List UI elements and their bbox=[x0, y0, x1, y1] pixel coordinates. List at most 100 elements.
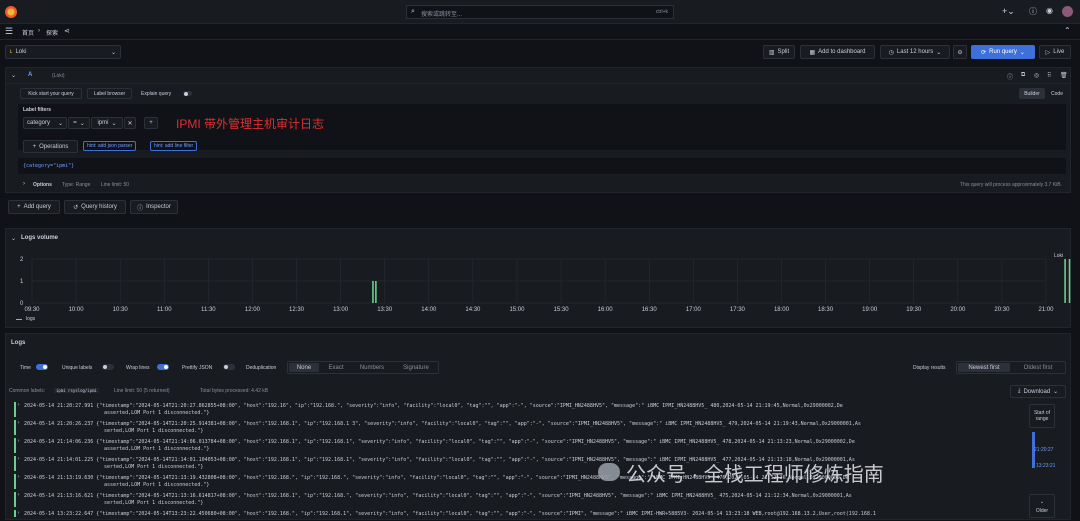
x-tick-label: 14:00 bbox=[421, 307, 437, 313]
log-row[interactable]: › 2024-05-14 21:20:26.237 {"timestamp":"2… bbox=[14, 420, 1034, 436]
wrap-lines-label: Wrap lines bbox=[126, 365, 150, 371]
collapse-query-icon[interactable]: ⌄ bbox=[11, 72, 16, 79]
avatar[interactable] bbox=[1062, 6, 1073, 17]
start-of-range-button[interactable]: Start of range bbox=[1029, 404, 1055, 428]
grafana-logo[interactable] bbox=[5, 6, 17, 18]
unique-labels-label: Unique labels bbox=[62, 365, 93, 371]
log-row[interactable]: › 2024-05-14 21:14:06.236 {"timestamp":"2… bbox=[14, 438, 1034, 454]
builder-mode-button[interactable]: Builder bbox=[1019, 88, 1045, 99]
older-label: Older bbox=[1035, 507, 1049, 514]
older-logs-button[interactable]: ⌄ Older bbox=[1029, 494, 1055, 518]
split-button[interactable]: ▥ Split bbox=[763, 45, 795, 59]
volume-bar bbox=[372, 281, 374, 303]
chevron-down-icon: ⌄ bbox=[57, 120, 63, 127]
options-label[interactable]: Options bbox=[33, 182, 52, 188]
collapse-icon[interactable]: ⌃ bbox=[1064, 26, 1071, 35]
filter-operator-select[interactable]: = ⌄ bbox=[68, 117, 90, 129]
eye-icon[interactable]: ◎ bbox=[1034, 72, 1039, 79]
hint-line-filter[interactable]: hint: add line filter bbox=[150, 141, 198, 151]
dedup-option-exact[interactable]: Exact bbox=[321, 363, 351, 372]
x-tick-label: 13:30 bbox=[377, 307, 393, 313]
expand-row-icon[interactable]: › bbox=[17, 420, 20, 426]
explain-query-toggle[interactable] bbox=[183, 91, 192, 96]
add-query-button[interactable]: + Add query bbox=[8, 200, 60, 214]
bytes-processed-info: Total bytes processed: 4.42 kB bbox=[200, 388, 269, 394]
hint-json-parser[interactable]: hint: add json parser bbox=[83, 141, 137, 151]
news-icon[interactable]: ◉ bbox=[1046, 6, 1053, 15]
search-icon: ⌕ bbox=[411, 8, 415, 15]
chevron-right-icon[interactable]: › bbox=[23, 181, 25, 187]
run-query-button[interactable]: ⟳ Run query ⌄ bbox=[971, 45, 1035, 59]
zoom-out-button[interactable]: ⊖ bbox=[953, 45, 967, 59]
chevron-down-icon: ⌄ bbox=[111, 120, 117, 127]
expand-row-icon[interactable]: › bbox=[17, 492, 20, 498]
kick-start-button[interactable]: Kick start your query bbox=[20, 88, 82, 99]
datasource-picker[interactable]: ʟ Loki ⌄ bbox=[5, 45, 121, 59]
datasource-name: Loki bbox=[15, 49, 27, 55]
expand-row-icon[interactable]: › bbox=[17, 474, 20, 480]
log-row[interactable]: › 2024-05-14 21:20:27.991 {"timestamp":"2… bbox=[14, 402, 1034, 418]
breadcrumb-bar: ☰ 首页 › 探索 ⋖ ⌃ bbox=[0, 24, 1080, 40]
help-icon[interactable]: ⓘ bbox=[1029, 6, 1037, 17]
clock-icon: ◷ bbox=[888, 49, 894, 56]
download-button[interactable]: ⤓ Download ⌄ bbox=[1010, 385, 1066, 398]
log-row[interactable]: › 2024-05-14 13:23:22.647 {"timestamp":"2… bbox=[14, 510, 1034, 518]
logs-title: Logs bbox=[11, 340, 26, 346]
wrap-lines-toggle[interactable] bbox=[157, 364, 169, 370]
expand-row-icon[interactable]: › bbox=[17, 402, 20, 408]
run-query-label: Run query bbox=[989, 49, 1017, 55]
dedup-option-none[interactable]: None bbox=[289, 363, 319, 372]
x-tick-label: 21:00 bbox=[1038, 307, 1054, 313]
duplicate-icon[interactable]: ⧉ bbox=[1021, 72, 1025, 79]
remove-filter-button[interactable]: ✕ bbox=[124, 117, 136, 129]
expand-row-icon[interactable]: › bbox=[17, 456, 20, 462]
prettify-json-toggle[interactable] bbox=[223, 364, 235, 370]
share-icon[interactable]: ⋖ bbox=[64, 27, 70, 35]
code-mode-button[interactable]: Code bbox=[1046, 88, 1068, 99]
query-ref-id[interactable]: A bbox=[28, 72, 32, 78]
log-line-continuation: serted,LOM Port 1 disconnected."} bbox=[104, 464, 204, 470]
log-line-continuation: serted,LOM Port 1 disconnected."} bbox=[104, 500, 204, 506]
log-row[interactable]: › 2024-05-14 21:13:16.621 {"timestamp":"2… bbox=[14, 492, 1034, 508]
dashboard-icon: ▦ bbox=[809, 49, 816, 56]
add-icon[interactable]: +⌄ bbox=[1002, 6, 1015, 17]
operations-label: Operations bbox=[39, 143, 69, 150]
add-to-dashboard-button[interactable]: ▦ Add to dashboard bbox=[800, 45, 875, 59]
expand-row-icon[interactable]: › bbox=[17, 510, 20, 516]
x-tick-label: 15:30 bbox=[554, 307, 570, 313]
logs-volume-chart[interactable]: 0 1 2 09:30 10:00 10:30 11:00 11:30 12:00 12:30 13… bbox=[6, 229, 1072, 329]
delete-icon[interactable]: 🗑 bbox=[1060, 72, 1068, 79]
time-range-picker[interactable]: ◷ Last 12 hours ⌄ bbox=[880, 45, 950, 59]
newest-first-option[interactable]: Newest first bbox=[958, 363, 1010, 372]
search-bar[interactable]: ⌕ 搜索或跳转至... ctrl+k bbox=[406, 5, 674, 19]
help-icon[interactable]: ⓘ bbox=[1007, 72, 1013, 81]
dedup-label: Deduplication bbox=[246, 365, 277, 371]
inspector-button[interactable]: ⓘ Inspector bbox=[130, 200, 178, 214]
live-button[interactable]: ▷ Live bbox=[1039, 45, 1071, 59]
process-note: This query will process approximately 3.… bbox=[960, 182, 1062, 188]
x-tick-label: 17:30 bbox=[730, 307, 746, 313]
drag-icon[interactable]: ⠿ bbox=[1047, 72, 1051, 79]
chevron-down-icon: ⌄ bbox=[1019, 49, 1025, 56]
oldest-first-option[interactable]: Oldest first bbox=[1012, 363, 1064, 372]
menu-icon[interactable]: ☰ bbox=[5, 26, 13, 37]
refresh-icon: ⟳ bbox=[981, 49, 987, 56]
dedup-option-signature[interactable]: Signature bbox=[396, 363, 436, 372]
x-tick-label: 16:00 bbox=[598, 307, 614, 313]
label-browser-button[interactable]: Label browser bbox=[87, 88, 132, 99]
split-label: Split bbox=[777, 49, 790, 55]
filter-label-select[interactable]: category ⌄ bbox=[23, 117, 67, 129]
unique-labels-toggle[interactable] bbox=[102, 364, 114, 370]
query-history-button[interactable]: ↺ Query history bbox=[64, 200, 126, 214]
breadcrumb-home[interactable]: 首页 bbox=[22, 28, 34, 37]
time-toggle[interactable] bbox=[36, 364, 48, 370]
operations-button[interactable]: + Operations bbox=[23, 140, 78, 153]
add-filter-button[interactable]: + bbox=[144, 117, 158, 129]
breadcrumb-explore[interactable]: 探索 bbox=[46, 28, 58, 37]
x-tick-label: 11:00 bbox=[157, 307, 172, 313]
legend-label[interactable]: logs bbox=[26, 316, 35, 322]
filter-value-select[interactable]: ipmi ⌄ bbox=[91, 117, 123, 129]
expand-row-icon[interactable]: › bbox=[17, 438, 20, 444]
zoom-out-icon: ⊖ bbox=[957, 49, 963, 56]
dedup-option-numbers[interactable]: Numbers bbox=[354, 363, 390, 372]
